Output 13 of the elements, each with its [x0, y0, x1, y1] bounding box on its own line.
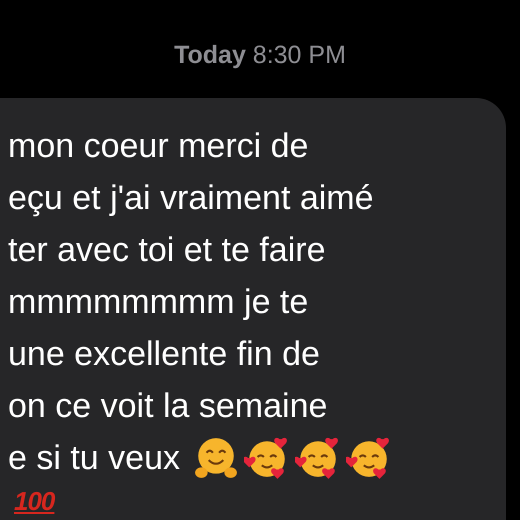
hugging-face-icon: [192, 435, 239, 481]
message-text: mon coeur merci de: [8, 126, 308, 167]
smiling-face-hearts-icon: [294, 435, 341, 481]
message-text: on ce voit la semaine: [8, 386, 328, 427]
message-text: e si tu veux: [8, 438, 180, 479]
hundred-points-reaction: 100: [13, 486, 54, 516]
smiling-face-hearts-icon: [244, 435, 290, 481]
smiling-face-hearts-icon: [346, 435, 392, 481]
message-text: ter avec toi et te faire: [8, 230, 326, 271]
message-text: mmmmmmmm je te: [8, 282, 308, 323]
message-text: eçu et j'ai vraiment aimé: [8, 178, 374, 219]
message-text: une excellente fin de: [8, 334, 320, 375]
timestamp: Today 8:30 PM: [174, 40, 346, 70]
